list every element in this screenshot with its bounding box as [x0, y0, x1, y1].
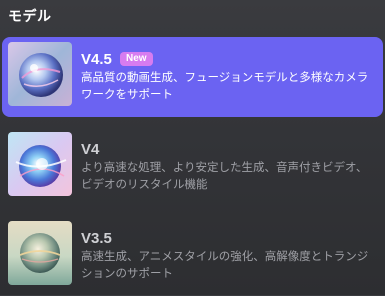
model-thumbnail-v3-5 [8, 221, 72, 285]
model-card-v3-5[interactable]: V3.5 高速生成、アニメスタイルの強化、高解像度とトランジションのサポート [2, 216, 383, 296]
model-thumbnail-v4-5 [8, 42, 72, 106]
model-description: 高品質の動画生成、フュージョンモデルと多様なカメラワークをサポート [81, 72, 369, 101]
model-card-v4-5[interactable]: V4.5 New 高品質の動画生成、フュージョンモデルと多様なカメラワークをサポ… [2, 37, 383, 117]
model-card-v4[interactable]: V4 より高速な処理、より安定した生成、音声付きビデオ、ビデオのリスタイル機能 [2, 127, 383, 207]
model-description: より高速な処理、より安定した生成、音声付きビデオ、ビデオのリスタイル機能 [81, 162, 368, 191]
model-panel: モデル V4.5 New 高品質の動画生成、フュージョンモデルと多様なカメラワー… [0, 0, 385, 295]
model-name: V3.5 [81, 230, 112, 247]
model-name: V4 [81, 141, 100, 158]
model-thumbnail-v4 [8, 132, 72, 196]
section-title: モデル [8, 8, 52, 24]
model-name: V4.5 [81, 51, 112, 68]
model-description: 高速生成、アニメスタイルの強化、高解像度とトランジションのサポート [81, 251, 369, 280]
new-badge: New [120, 52, 153, 66]
